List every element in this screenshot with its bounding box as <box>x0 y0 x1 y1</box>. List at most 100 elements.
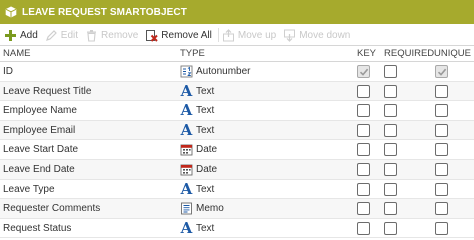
required-checkbox[interactable] <box>384 143 397 157</box>
unique-checkbox[interactable] <box>435 202 448 216</box>
property-type: A Text <box>180 120 215 139</box>
text-icon: A <box>180 218 193 237</box>
move-up-button-label: Move up <box>237 29 277 41</box>
text-icon: A <box>180 120 193 139</box>
property-name: Leave Type <box>3 183 55 195</box>
property-type: A Text <box>180 218 215 237</box>
column-key-header: KEY <box>357 48 377 59</box>
unique-checkbox[interactable] <box>435 143 448 157</box>
trash-icon <box>85 29 98 42</box>
property-type-label: Date <box>196 164 218 175</box>
required-checkbox[interactable] <box>384 123 397 137</box>
table-row[interactable]: Leave Request Title A Text <box>0 81 474 102</box>
text-icon: A <box>180 101 193 120</box>
key-checkbox[interactable] <box>357 182 370 196</box>
remove-button-label: Remove <box>101 29 139 41</box>
property-name: Request Status <box>3 222 72 234</box>
key-checkbox[interactable] <box>357 143 370 157</box>
property-type: Memo <box>180 201 224 216</box>
required-checkbox[interactable] <box>384 65 397 78</box>
table-row[interactable]: Employee Email A Text <box>0 120 474 141</box>
unique-checkbox[interactable] <box>435 163 448 176</box>
key-checkbox[interactable] <box>357 104 370 118</box>
key-checkbox[interactable] <box>357 202 370 216</box>
property-type: Date <box>180 162 217 177</box>
key-checkbox[interactable] <box>357 221 370 235</box>
plus-icon <box>4 29 17 42</box>
title-bar: LEAVE REQUEST SMARTOBJECT <box>0 0 474 24</box>
smartobject-icon <box>5 6 17 18</box>
unique-checkbox[interactable] <box>435 104 448 118</box>
required-checkbox[interactable] <box>384 221 397 235</box>
property-name: Leave Request Title <box>3 85 92 97</box>
remove-all-button[interactable]: Remove All <box>143 25 217 45</box>
move-up-button[interactable]: Move up <box>220 25 281 45</box>
date-icon <box>180 143 193 156</box>
table-row[interactable]: Leave Type A Text <box>0 179 474 200</box>
property-type-label: Autonumber <box>196 66 251 77</box>
property-type: Autonumber <box>180 64 250 79</box>
window-title: LEAVE REQUEST SMARTOBJECT <box>22 6 187 18</box>
property-type: A Text <box>180 179 215 198</box>
unique-checkbox[interactable] <box>435 65 448 78</box>
edit-button-label: Edit <box>60 29 79 41</box>
move-down-icon <box>283 29 296 42</box>
table-row[interactable]: Leave End Date Date <box>0 160 474 180</box>
key-checkbox[interactable] <box>357 84 370 98</box>
required-checkbox[interactable] <box>384 163 397 176</box>
column-type-header: TYPE <box>180 48 205 59</box>
unique-checkbox[interactable] <box>435 84 448 98</box>
remove-button[interactable]: Remove <box>83 25 143 45</box>
edit-button[interactable]: Edit <box>43 25 83 45</box>
add-button[interactable]: Add <box>2 25 43 45</box>
property-name: Employee Email <box>3 124 76 136</box>
property-type-label: Text <box>196 222 215 234</box>
property-type: A Text <box>180 81 215 100</box>
property-type-label: Text <box>196 183 215 195</box>
key-checkbox[interactable] <box>357 123 370 137</box>
property-type-label: Memo <box>196 203 224 215</box>
pencil-icon <box>45 29 58 42</box>
unique-checkbox[interactable] <box>435 221 448 235</box>
required-checkbox[interactable] <box>384 104 397 118</box>
key-checkbox[interactable] <box>357 163 370 176</box>
unique-checkbox[interactable] <box>435 182 448 196</box>
toolbar-separator <box>217 28 219 42</box>
property-name: ID <box>3 66 13 77</box>
table-row[interactable]: Requester Comments Memo <box>0 199 474 219</box>
autonumber-icon <box>180 65 193 78</box>
property-name: Leave End Date <box>3 164 75 175</box>
table-row[interactable]: Leave Start Date Date <box>0 140 474 160</box>
move-up-icon <box>222 28 235 42</box>
table-row[interactable]: ID Autonumber <box>0 62 474 82</box>
move-down-button-label: Move down <box>299 29 351 41</box>
property-type-label: Date <box>196 144 218 156</box>
table-row[interactable]: Request Status A Text <box>0 218 474 239</box>
property-type-label: Text <box>196 85 215 97</box>
column-header: NAME TYPE KEY REQUIRED UNIQUE <box>0 45 474 62</box>
property-type: A Text <box>180 101 215 120</box>
text-icon: A <box>180 81 193 100</box>
property-type-label: Text <box>196 105 215 117</box>
property-name: Employee Name <box>3 105 77 117</box>
memo-icon <box>180 202 193 215</box>
required-checkbox[interactable] <box>384 202 397 216</box>
remove-all-button-label: Remove All <box>161 29 212 41</box>
required-checkbox[interactable] <box>384 84 397 98</box>
column-required-header: REQUIRED <box>384 48 435 59</box>
add-button-label: Add <box>20 29 38 41</box>
remove-all-icon <box>145 29 158 42</box>
date-icon <box>180 163 193 176</box>
key-checkbox[interactable] <box>357 65 370 78</box>
property-name: Leave Start Date <box>3 144 79 156</box>
property-name: Requester Comments <box>3 203 101 215</box>
required-checkbox[interactable] <box>384 182 397 196</box>
unique-checkbox[interactable] <box>435 123 448 137</box>
property-type: Date <box>180 142 217 157</box>
column-unique-header: UNIQUE <box>434 48 471 59</box>
table-row[interactable]: Employee Name A Text <box>0 101 474 121</box>
move-down-button[interactable]: Move down <box>281 25 355 45</box>
property-type-label: Text <box>196 124 215 136</box>
text-icon: A <box>180 179 193 198</box>
toolbar: Add Edit Remove Remove All Move up Move … <box>0 25 474 45</box>
